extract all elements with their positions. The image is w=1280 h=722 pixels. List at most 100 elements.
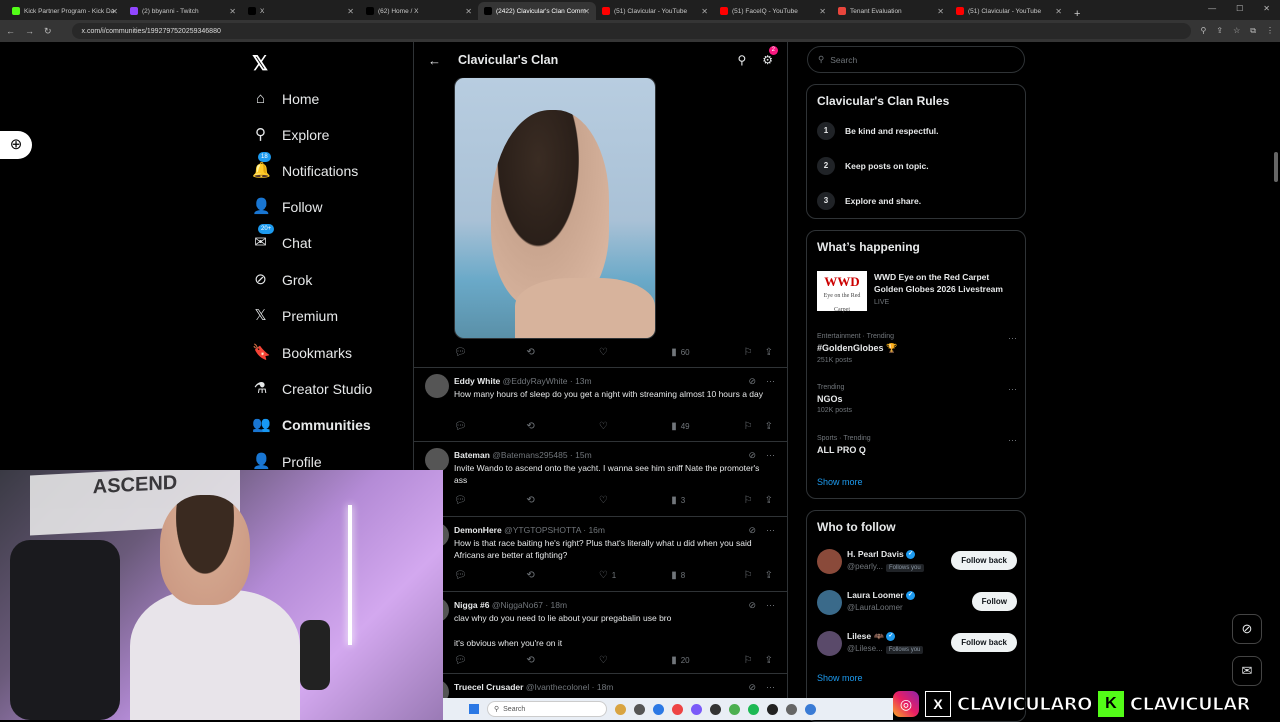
nav-item-creator-studio[interactable]: ⚗ Creator Studio xyxy=(252,380,373,397)
share-icon[interactable]: ⇪ xyxy=(765,495,773,506)
more-icon[interactable]: ⋯ xyxy=(766,682,775,693)
share-icon[interactable]: ⇪ xyxy=(1216,26,1223,36)
maximize-icon[interactable]: ☐ xyxy=(1236,4,1243,13)
tab-close-icon[interactable]: ✕ xyxy=(111,7,118,16)
taskbar-app-icon[interactable] xyxy=(805,703,816,715)
nav-item-home[interactable]: ⌂ Home xyxy=(252,90,319,107)
avatar[interactable] xyxy=(817,590,842,615)
nav-item-grok[interactable]: ⊘ Grok xyxy=(252,271,312,288)
more-icon[interactable]: ⋯ xyxy=(1008,384,1017,395)
tweet-author[interactable]: Truecel Crusader @Ivanthecolonel · 18m xyxy=(454,682,613,692)
browser-tab[interactable]: (2) bbyanni - Twitch ✕ xyxy=(124,2,242,20)
follow-suggestion[interactable]: H. Pearl Davis ✓ @pearly... Follows you Fol… xyxy=(817,547,1017,577)
more-icon[interactable]: ⋯ xyxy=(766,525,775,536)
back-icon[interactable]: ← xyxy=(6,26,15,36)
taskbar-app-icon[interactable] xyxy=(653,703,664,715)
author-handle[interactable]: @NiggaNo67 xyxy=(492,600,543,610)
tab-close-icon[interactable]: ✕ xyxy=(229,7,236,16)
grok-icon[interactable]: ⊘ xyxy=(748,600,756,611)
nav-item-communities[interactable]: 👥 Communities xyxy=(252,416,371,433)
browser-tab[interactable]: Kick Partner Program - Kick Da ✕ xyxy=(6,2,124,20)
taskbar-app-icon[interactable] xyxy=(729,703,740,715)
settings-gear-icon[interactable]: ⚙ xyxy=(762,53,773,67)
reply-icon[interactable]: 💬︎ xyxy=(454,570,484,581)
follow-button[interactable]: Follow back xyxy=(951,551,1017,570)
lens-icon[interactable]: ⊕ xyxy=(0,131,32,159)
new-tab-icon[interactable]: + xyxy=(1068,8,1086,20)
tab-close-icon[interactable]: ✕ xyxy=(819,7,826,16)
repost-icon[interactable]: ⟲ xyxy=(526,347,556,358)
tweet[interactable]: Bateman @Batemans295485 · 15m ⊘ ⋯ Invite Wa… xyxy=(414,441,787,521)
taskbar-app-icon[interactable] xyxy=(691,703,702,715)
repost-icon[interactable]: ⟲ xyxy=(526,570,556,581)
repost-icon[interactable]: ⟲ xyxy=(526,495,556,506)
bookmark-icon[interactable]: ⚐ xyxy=(744,655,753,666)
tab-close-icon[interactable]: ✕ xyxy=(583,7,590,16)
reply-icon[interactable]: 💬︎ xyxy=(454,421,484,432)
extensions-icon[interactable]: ⧉ xyxy=(1250,26,1256,36)
taskbar-search[interactable]: ⚲ Search xyxy=(487,701,607,717)
show-more-trends[interactable]: Show more xyxy=(817,477,863,487)
grok-icon[interactable]: ⊘ xyxy=(748,376,756,387)
share-icon[interactable]: ⇪ xyxy=(765,347,773,358)
reload-icon[interactable]: ↻ xyxy=(44,26,52,37)
x-logo-icon[interactable]: 𝕏 xyxy=(252,51,268,76)
trend-item[interactable]: Trending NGOs 102K posts ⋯ xyxy=(817,384,1017,414)
back-arrow-icon[interactable]: ← xyxy=(428,53,458,68)
zoom-icon[interactable]: ⚲ xyxy=(1201,26,1207,36)
post-media-image[interactable] xyxy=(454,77,656,339)
tweet[interactable]: Nigga #6 @NiggaNo67 · 18m ⊘ ⋯ clav why do y… xyxy=(414,591,787,671)
tweet[interactable]: DemonHere @YTGTOPSHOTTA · 16m ⊘ ⋯ How is th… xyxy=(414,516,787,596)
avatar[interactable] xyxy=(817,631,842,656)
bookmark-icon[interactable]: ⚐ xyxy=(744,347,753,358)
more-icon[interactable]: ⋯ xyxy=(766,450,775,461)
taskbar-app-icon[interactable] xyxy=(767,703,778,715)
reply-icon[interactable]: 💬︎ xyxy=(454,655,484,666)
author-handle[interactable]: @YTGTOPSHOTTA xyxy=(504,525,581,535)
avatar[interactable] xyxy=(425,448,449,472)
browser-tab[interactable]: (51) FaceIQ - YouTube ✕ xyxy=(714,2,832,20)
follow-button[interactable]: Follow back xyxy=(951,633,1017,652)
grok-icon[interactable]: ⊘ xyxy=(748,525,756,536)
like-icon[interactable]: ♡ xyxy=(599,421,629,432)
share-icon[interactable]: ⇪ xyxy=(765,421,773,432)
tweet-author[interactable]: Bateman @Batemans295485 · 15m xyxy=(454,450,592,460)
more-icon[interactable]: ⋯ xyxy=(1008,435,1017,446)
taskbar-app-icon[interactable] xyxy=(786,703,797,715)
more-icon[interactable]: ⋯ xyxy=(766,600,775,611)
taskbar-app-icon[interactable] xyxy=(748,703,759,715)
browser-tab[interactable]: (62) Home / X ✕ xyxy=(360,2,478,20)
nav-item-premium[interactable]: 𝕏 Premium xyxy=(252,307,338,324)
nav-item-notifications[interactable]: 🔔 18 Notifications xyxy=(252,152,358,179)
browser-tab[interactable]: (51) Clavicular - YouTube ✕ xyxy=(950,2,1068,20)
tweet[interactable]: Eddy White @EddyRayWhite · 13m ⊘ ⋯ How many… xyxy=(414,367,787,447)
tweet-author[interactable]: DemonHere @YTGTOPSHOTTA · 16m xyxy=(454,525,605,535)
follow-suggestion[interactable]: Laura Loomer ✓ @LauraLoomer Follow xyxy=(817,588,1017,618)
share-icon[interactable]: ⇪ xyxy=(765,570,773,581)
tab-close-icon[interactable]: ✕ xyxy=(347,7,354,16)
scrollbar[interactable] xyxy=(1274,152,1278,182)
tab-close-icon[interactable]: ✕ xyxy=(701,7,708,16)
show-more-follow[interactable]: Show more xyxy=(817,673,863,683)
star-icon[interactable]: ☆ xyxy=(1233,26,1240,36)
views-icon[interactable]: ▮ 8 xyxy=(671,570,701,581)
featured-livestream[interactable]: WWD Eye on the Red Carpet WWD Eye on the … xyxy=(817,271,1017,319)
author-name[interactable]: Bateman xyxy=(454,450,490,460)
like-icon[interactable]: ♡ 1 xyxy=(599,570,629,581)
share-icon[interactable]: ⇪ xyxy=(765,655,773,666)
trend-item[interactable]: Entertainment · Trending #GoldenGlobes 🏆 2… xyxy=(817,333,1017,364)
messages-float-icon[interactable]: ✉ xyxy=(1232,656,1262,686)
repost-icon[interactable]: ⟲ xyxy=(526,655,556,666)
windows-start-icon[interactable] xyxy=(469,704,479,714)
author-handle[interactable]: @Batemans295485 xyxy=(492,450,567,460)
window-controls[interactable]: — ☐ ✕ xyxy=(1208,4,1270,13)
trend-item[interactable]: Sports · Trending ALL PRO Q ⋯ xyxy=(817,435,1017,458)
grok-icon[interactable]: ⊘ xyxy=(748,682,756,693)
bookmark-icon[interactable]: ⚐ xyxy=(744,495,753,506)
like-icon[interactable]: ♡ xyxy=(599,655,629,666)
views-icon[interactable]: ▮ 3 xyxy=(671,495,701,506)
minimize-icon[interactable]: — xyxy=(1208,4,1216,13)
follow-suggestion[interactable]: Lilese 🦇 ✓ @Lilese... Follows you Follow ba… xyxy=(817,629,1017,659)
nav-item-follow[interactable]: 👤 Follow xyxy=(252,198,322,215)
taskbar-app-icon[interactable] xyxy=(634,703,645,715)
